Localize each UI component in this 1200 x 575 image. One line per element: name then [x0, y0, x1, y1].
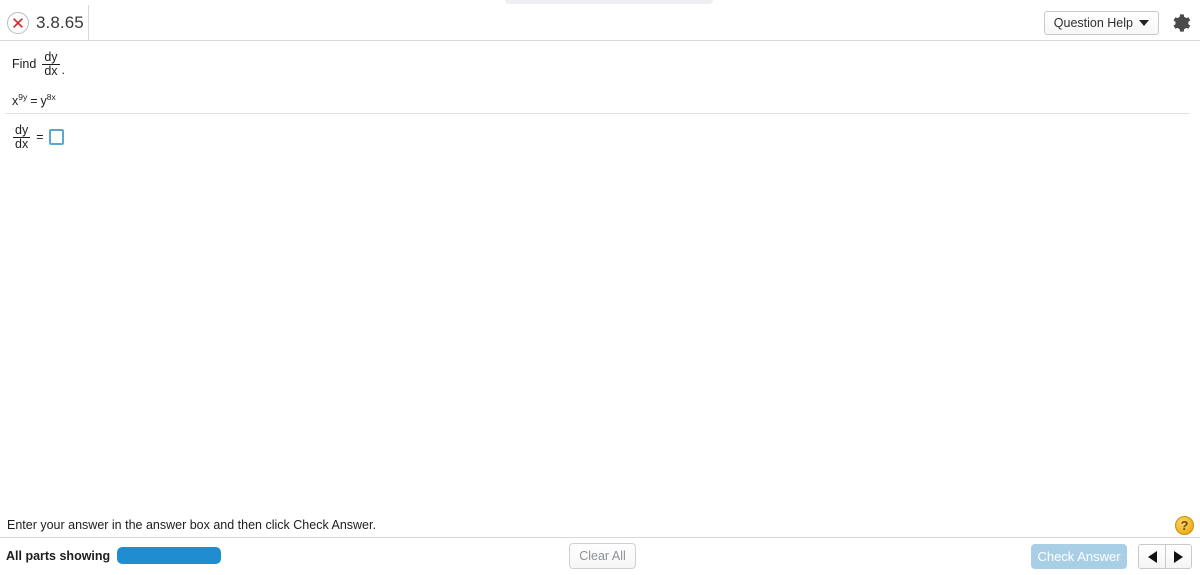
- prompt-period: .: [61, 62, 66, 77]
- prompt-lead-text: Find: [12, 57, 37, 72]
- answer-derivative-fraction: dy dx: [13, 123, 31, 151]
- check-answer-label: Check Answer: [1037, 549, 1121, 564]
- next-question-button[interactable]: [1165, 545, 1191, 568]
- answer-row: dy dx =: [12, 124, 64, 151]
- answer-fraction-denominator: dx: [13, 136, 31, 151]
- problem-divider: [5, 113, 1190, 114]
- exercise-page: 3.8.65 Question Help Find dy dx . x9y = y8…: [0, 0, 1200, 575]
- clear-all-label: Clear All: [579, 549, 626, 563]
- parts-progress-fill: [117, 547, 221, 564]
- gear-icon[interactable]: [1171, 13, 1191, 33]
- prompt-fraction-numerator: dy: [44, 50, 58, 64]
- error-x-icon: [7, 11, 29, 34]
- parts-progress-bar: [117, 547, 221, 564]
- answer-fraction-numerator: dy: [15, 123, 29, 137]
- check-answer-button[interactable]: Check Answer: [1031, 544, 1127, 569]
- prompt-fraction-denominator: dx: [42, 63, 60, 78]
- header-question-identity: 3.8.65: [0, 4, 89, 41]
- parts-showing-label: All parts showing: [6, 549, 111, 563]
- equation-right-exponent: 8x: [46, 92, 56, 102]
- previous-question-button[interactable]: [1139, 545, 1165, 568]
- instruction-strip: Enter your answer in the answer box and …: [0, 515, 1200, 538]
- help-question-icon[interactable]: ?: [1175, 516, 1194, 535]
- answer-equals-sign: =: [36, 130, 44, 145]
- clear-all-button[interactable]: Clear All: [569, 543, 636, 569]
- instruction-text: Enter your answer in the answer box and …: [7, 518, 376, 532]
- problem-equation: x9y = y8x: [12, 92, 56, 108]
- equation-relation: =: [30, 94, 38, 109]
- prompt-derivative-fraction: dy dx: [42, 50, 60, 78]
- exercise-header: 3.8.65 Question Help: [0, 4, 1200, 41]
- triangle-right-icon: [1174, 550, 1183, 563]
- question-number: 3.8.65: [36, 12, 84, 32]
- top-cutoff-bar: [505, 0, 713, 4]
- chevron-down-icon: [1139, 19, 1149, 26]
- triangle-left-icon: [1147, 550, 1157, 563]
- navigation-buttons: [1138, 544, 1192, 569]
- problem-body: Find dy dx . x9y = y8x dy dx =: [0, 42, 1200, 515]
- answer-input[interactable]: [48, 129, 64, 146]
- question-help-button[interactable]: Question Help: [1043, 10, 1159, 35]
- equation-left-exponent: 9y: [18, 92, 28, 102]
- question-help-label: Question Help: [1053, 15, 1133, 30]
- problem-prompt: Find dy dx .: [12, 51, 65, 78]
- header-actions: Question Help: [1043, 10, 1200, 35]
